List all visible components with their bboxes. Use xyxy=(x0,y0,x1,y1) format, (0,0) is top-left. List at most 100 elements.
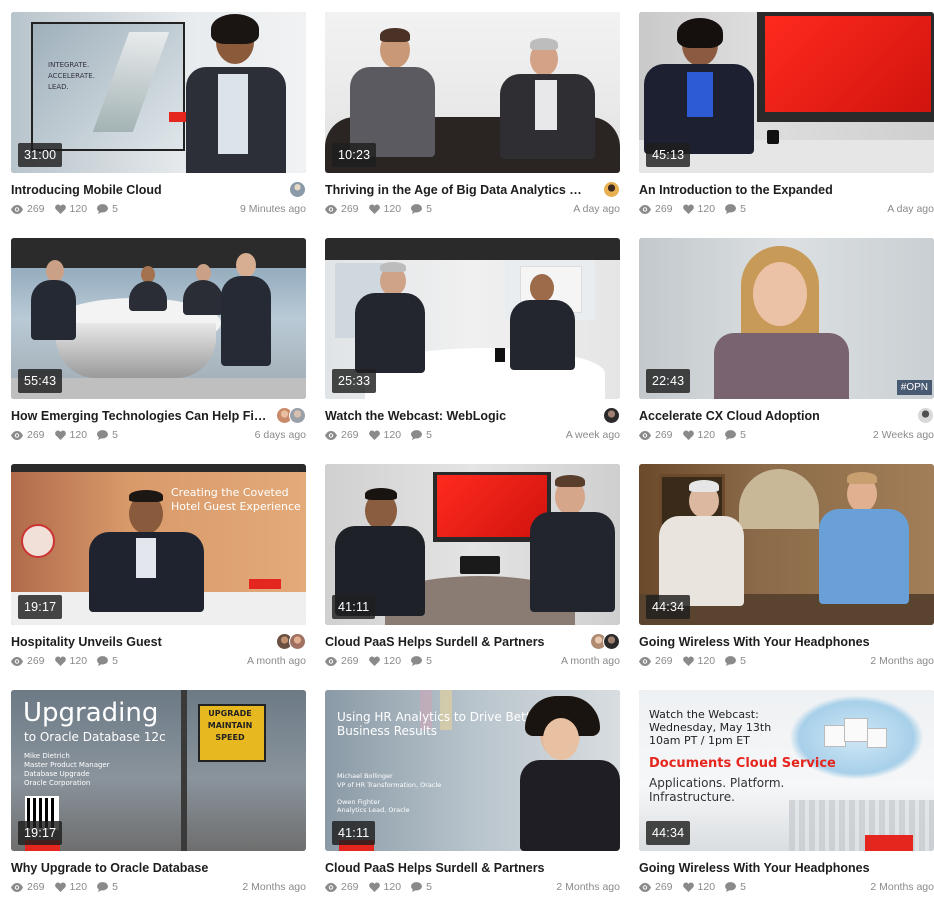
video-thumbnail[interactable]: 55:43 xyxy=(11,238,306,399)
video-title[interactable]: Cloud PaaS Helps Surdell & Partners xyxy=(325,861,545,875)
heart-icon xyxy=(54,656,66,666)
likes-stat: 120 xyxy=(54,881,87,893)
views-stat: 269 xyxy=(325,655,359,667)
comment-icon xyxy=(411,656,423,666)
video-card[interactable]: 25:33 Watch the Webcast: WebLogic 269 12… xyxy=(325,238,620,464)
likes-stat: 120 xyxy=(682,429,715,441)
video-duration: 25:33 xyxy=(332,369,377,393)
avatar[interactable] xyxy=(603,407,620,424)
video-thumbnail[interactable]: 44:34 xyxy=(639,464,934,625)
video-thumbnail[interactable]: Using HR Analytics to Drive Better Busine… xyxy=(325,690,620,851)
likes-stat: 120 xyxy=(368,881,401,893)
video-thumbnail[interactable]: 41:11 xyxy=(325,464,620,625)
road-sign-text: UPGRADE MAINTAIN SPEED xyxy=(207,709,253,742)
video-card[interactable]: UPGRADE MAINTAIN SPEED Upgrading to Oracle… xyxy=(11,690,306,916)
heart-icon xyxy=(368,430,380,440)
views-stat: 269 xyxy=(639,655,673,667)
published-time: A month ago xyxy=(247,655,306,667)
published-time: 2 Weeks ago xyxy=(872,429,934,441)
video-thumbnail[interactable]: Creating the Coveted Hotel Guest Experien… xyxy=(11,464,306,625)
avatar[interactable] xyxy=(289,633,306,650)
comments-stat: 5 xyxy=(411,203,432,215)
video-title[interactable]: Watch the Webcast: WebLogic xyxy=(325,409,506,423)
video-thumbnail[interactable]: UPGRADE MAINTAIN SPEED Upgrading to Oracle… xyxy=(11,690,306,851)
comments-stat: 5 xyxy=(725,881,746,893)
video-title[interactable]: Accelerate CX Cloud Adoption xyxy=(639,409,820,423)
comment-icon xyxy=(97,882,109,892)
video-title[interactable]: Going Wireless With Your Headphones xyxy=(639,861,870,875)
video-thumbnail[interactable]: 10:23 xyxy=(325,12,620,173)
comments-stat: 5 xyxy=(725,203,746,215)
views-stat: 269 xyxy=(325,881,359,893)
comments-stat: 5 xyxy=(411,655,432,667)
comments-stat: 5 xyxy=(97,429,118,441)
heart-icon xyxy=(368,656,380,666)
avatar[interactable] xyxy=(917,407,934,424)
views-stat: 269 xyxy=(639,881,673,893)
published-time: A day ago xyxy=(573,203,620,215)
video-title[interactable]: Why Upgrade to Oracle Database xyxy=(11,861,208,875)
views-stat: 269 xyxy=(11,655,45,667)
video-card[interactable]: 10:23 Thriving in the Age of Big Data An… xyxy=(325,12,620,238)
likes-stat: 120 xyxy=(682,881,715,893)
thumbnail-subheadline: to Oracle Database 12c xyxy=(24,730,166,744)
video-card[interactable]: 41:11 Cloud PaaS Helps Surdell & Partner… xyxy=(325,464,620,690)
comments-stat: 5 xyxy=(97,881,118,893)
likes-stat: 120 xyxy=(368,203,401,215)
views-stat: 269 xyxy=(11,881,45,893)
video-duration: 55:43 xyxy=(18,369,63,393)
video-thumbnail[interactable]: 25:33 xyxy=(325,238,620,399)
video-card[interactable]: Using HR Analytics to Drive Better Busine… xyxy=(325,690,620,916)
video-card[interactable]: #OPN 22:43 Accelerate CX Cloud Adoption … xyxy=(639,238,934,464)
video-thumbnail[interactable]: INTEGRATE. ACCELERATE. LEAD. 31:00 xyxy=(11,12,306,173)
avatar[interactable] xyxy=(603,633,620,650)
author-avatars xyxy=(603,181,620,198)
comments-stat: 5 xyxy=(97,203,118,215)
video-thumbnail[interactable]: #OPN 22:43 xyxy=(639,238,934,399)
video-card[interactable]: 55:43 How Emerging Technologies Can Help… xyxy=(11,238,306,464)
heart-icon xyxy=(682,656,694,666)
video-title[interactable]: How Emerging Technologies Can Help Finan… xyxy=(11,409,273,423)
thumbnail-tagline: Applications. Platform. Infrastructure. xyxy=(649,776,785,804)
heart-icon xyxy=(368,882,380,892)
likes-stat: 120 xyxy=(368,429,401,441)
comment-icon xyxy=(411,204,423,214)
author-avatars xyxy=(603,407,620,424)
video-title[interactable]: Cloud PaaS Helps Surdell & Partners xyxy=(325,635,545,649)
avatar[interactable] xyxy=(603,181,620,198)
video-title[interactable]: Hospitality Unveils Guest xyxy=(11,635,162,649)
video-title[interactable]: Introducing Mobile Cloud xyxy=(11,183,162,197)
published-time: 2 Months ago xyxy=(870,655,934,667)
video-duration: 41:11 xyxy=(332,821,376,845)
avatar[interactable] xyxy=(289,181,306,198)
eye-icon xyxy=(11,204,23,214)
video-title[interactable]: Thriving in the Age of Big Data Analytic… xyxy=(325,183,587,197)
views-stat: 269 xyxy=(325,203,359,215)
video-card[interactable]: 45:13 An Introduction to the Expanded 26… xyxy=(639,12,934,238)
published-time: A month ago xyxy=(561,655,620,667)
author-avatars xyxy=(289,181,306,198)
published-time: A day ago xyxy=(887,203,934,215)
heart-icon xyxy=(54,204,66,214)
video-title[interactable]: An Introduction to the Expanded xyxy=(639,183,833,197)
author-avatars xyxy=(276,407,306,424)
avatar[interactable] xyxy=(289,407,306,424)
published-time: 2 Months ago xyxy=(242,881,306,893)
video-thumbnail[interactable]: 45:13 xyxy=(639,12,934,173)
video-card[interactable]: 44:34 Going Wireless With Your Headphone… xyxy=(639,464,934,690)
views-stat: 269 xyxy=(11,203,45,215)
eye-icon xyxy=(639,882,651,892)
views-stat: 269 xyxy=(639,203,673,215)
published-time: A week ago xyxy=(565,429,620,441)
heart-icon xyxy=(54,882,66,892)
eye-icon xyxy=(325,882,337,892)
video-duration: 44:34 xyxy=(646,595,691,619)
video-title[interactable]: Going Wireless With Your Headphones xyxy=(639,635,870,649)
likes-stat: 120 xyxy=(54,429,87,441)
thumbnail-credits: Mike Dietrich Master Product Manager Datab… xyxy=(24,752,110,787)
video-card[interactable]: Watch the Webcast: Wednesday, May 13th 10a… xyxy=(639,690,934,916)
video-thumbnail[interactable]: Watch the Webcast: Wednesday, May 13th 10a… xyxy=(639,690,934,851)
video-card[interactable]: INTEGRATE. ACCELERATE. LEAD. 31:00 Introdu… xyxy=(11,12,306,238)
video-card[interactable]: Creating the Coveted Hotel Guest Experien… xyxy=(11,464,306,690)
heart-icon xyxy=(682,204,694,214)
